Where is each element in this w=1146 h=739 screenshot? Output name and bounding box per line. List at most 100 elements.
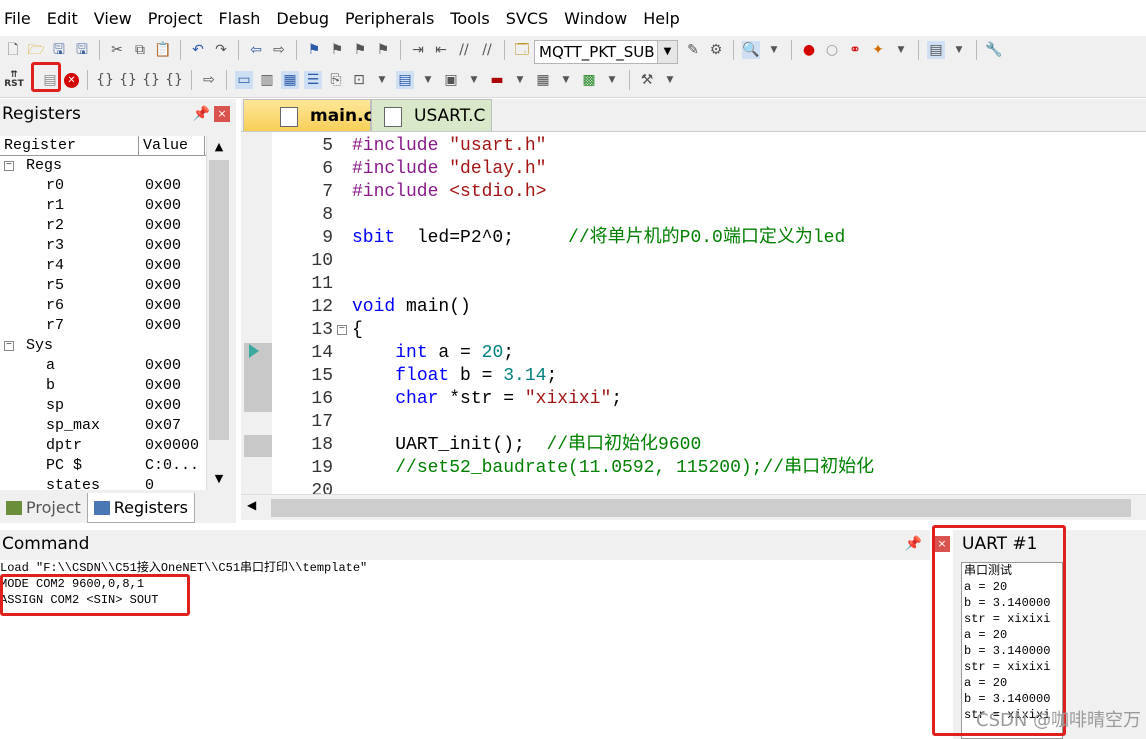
register-value[interactable]: 0x00 bbox=[145, 356, 181, 376]
register-value[interactable]: 0x0000 bbox=[145, 436, 199, 456]
chevron-down-icon[interactable]: ▼ bbox=[661, 71, 679, 89]
tab-registers[interactable]: Registers bbox=[86, 493, 195, 523]
code-line[interactable]: 7 #include <stdio.h> bbox=[241, 181, 1146, 204]
menu-view[interactable]: View bbox=[94, 9, 132, 28]
code-line[interactable]: 9 sbit led=P2^0; //将单片机的P0.0端口定义为led bbox=[241, 227, 1146, 250]
register-group[interactable]: − Regs bbox=[0, 156, 206, 176]
register-row[interactable]: states 0 bbox=[0, 476, 206, 490]
redo-icon[interactable]: ↷ bbox=[212, 41, 230, 59]
step-over-icon[interactable]: {} bbox=[119, 71, 137, 89]
register-row[interactable]: PC $ C:0... bbox=[0, 456, 206, 476]
code-line[interactable]: 12 void main() bbox=[241, 296, 1146, 319]
register-row[interactable]: r7 0x00 bbox=[0, 316, 206, 336]
register-value[interactable]: 0x00 bbox=[145, 376, 181, 396]
chevron-down-icon[interactable]: ▼ bbox=[419, 71, 437, 89]
save-all-icon[interactable]: 🖫 bbox=[73, 41, 91, 59]
code-line[interactable]: 6 #include "delay.h" bbox=[241, 158, 1146, 181]
collapse-icon[interactable]: − bbox=[4, 341, 14, 351]
pin-icon[interactable]: 📌 bbox=[905, 530, 922, 558]
code-line[interactable]: 5 #include "usart.h" bbox=[241, 135, 1146, 158]
code-editor[interactable]: 5 #include "usart.h" 6 #include "delay.h" 7 #… bbox=[241, 131, 1146, 494]
cut-icon[interactable]: ✂ bbox=[108, 41, 126, 59]
reset-button[interactable]: ⇈ RST bbox=[4, 71, 24, 89]
breakpoint-disable-all-icon[interactable]: ⚭ bbox=[846, 41, 864, 59]
breakpoint-icon[interactable]: ● bbox=[800, 41, 818, 59]
indent-icon[interactable]: ⇥ bbox=[409, 41, 427, 59]
register-value[interactable]: C:0... bbox=[145, 456, 199, 476]
code-line[interactable]: 8 bbox=[241, 204, 1146, 227]
register-row[interactable]: r1 0x00 bbox=[0, 196, 206, 216]
registers-scrollbar[interactable]: ▲ ▼ bbox=[206, 136, 230, 490]
register-value[interactable]: 0x00 bbox=[145, 396, 181, 416]
code-line[interactable]: 14 int a = 20; bbox=[241, 342, 1146, 365]
bookmark-prev-icon[interactable]: ⚑ bbox=[328, 41, 346, 59]
chevron-down-icon[interactable]: ▼ bbox=[765, 41, 783, 59]
step-out-icon[interactable]: {} bbox=[142, 71, 160, 89]
scrollbar-thumb[interactable] bbox=[209, 160, 229, 440]
comment-icon[interactable]: // bbox=[455, 41, 473, 59]
toolbox-icon[interactable]: ⚒ bbox=[638, 71, 656, 89]
register-value[interactable]: 0x00 bbox=[145, 236, 181, 256]
menu-edit[interactable]: Edit bbox=[47, 9, 78, 28]
menu-help[interactable]: Help bbox=[643, 9, 679, 28]
target-select[interactable]: MQTT_PKT_SUB ▼ bbox=[534, 40, 678, 64]
code-line[interactable]: 10 bbox=[241, 250, 1146, 273]
breakpoint-disable-icon[interactable]: ○ bbox=[823, 41, 841, 59]
register-row[interactable]: r5 0x00 bbox=[0, 276, 206, 296]
symbols-window-icon[interactable]: ▦ bbox=[281, 71, 299, 89]
tab-project[interactable]: Project bbox=[0, 493, 87, 523]
scroll-left-icon[interactable]: ◀ bbox=[247, 498, 256, 512]
code-line[interactable]: 13−{ bbox=[241, 319, 1146, 342]
analysis-window-icon[interactable]: ▬ bbox=[488, 71, 506, 89]
paste-icon[interactable]: 📋 bbox=[154, 41, 172, 59]
register-row[interactable]: sp_max 0x07 bbox=[0, 416, 206, 436]
show-next-statement-icon[interactable]: ⇨ bbox=[200, 71, 218, 89]
register-value[interactable]: 0x00 bbox=[145, 176, 181, 196]
nav-back-icon[interactable]: ⇦ bbox=[247, 41, 265, 59]
window-layout-icon[interactable]: ▤ bbox=[927, 41, 945, 59]
register-value[interactable]: 0x00 bbox=[145, 296, 181, 316]
editor-hscrollbar[interactable]: ◀ bbox=[241, 494, 1146, 520]
register-row[interactable]: b 0x00 bbox=[0, 376, 206, 396]
chevron-down-icon[interactable]: ▼ bbox=[557, 71, 575, 89]
chevron-down-icon[interactable]: ▼ bbox=[892, 41, 910, 59]
fold-icon[interactable]: − bbox=[337, 325, 347, 335]
menu-svcs[interactable]: SVCS bbox=[506, 9, 548, 28]
code-line[interactable]: 18 UART_init(); //串口初始化9600 bbox=[241, 434, 1146, 457]
pin-icon[interactable]: 📌 bbox=[193, 99, 210, 129]
chevron-down-icon[interactable]: ▼ bbox=[657, 41, 677, 63]
register-row[interactable]: r0 0x00 bbox=[0, 176, 206, 196]
save-icon[interactable]: 🖫 bbox=[50, 41, 68, 59]
new-file-icon[interactable]: 🗋 bbox=[4, 41, 22, 59]
insert-file-icon[interactable]: ✎ bbox=[684, 41, 702, 59]
scrollbar-thumb[interactable] bbox=[271, 499, 1131, 517]
open-folder-icon[interactable]: 🗁 bbox=[27, 41, 45, 59]
command-window-icon[interactable]: ▭ bbox=[235, 71, 253, 89]
system-viewer-icon[interactable]: ▩ bbox=[580, 71, 598, 89]
menu-window[interactable]: Window bbox=[564, 9, 627, 28]
trace-window-icon[interactable]: ▦ bbox=[534, 71, 552, 89]
register-row[interactable]: sp 0x00 bbox=[0, 396, 206, 416]
register-value[interactable]: 0x00 bbox=[145, 216, 181, 236]
outdent-icon[interactable]: ⇤ bbox=[432, 41, 450, 59]
registers-window-icon[interactable]: ☰ bbox=[304, 71, 322, 89]
register-row[interactable]: r2 0x00 bbox=[0, 216, 206, 236]
menu-file[interactable]: File bbox=[4, 9, 31, 28]
chevron-down-icon[interactable]: ▼ bbox=[511, 71, 529, 89]
bookmark-clear-icon[interactable]: ⚑ bbox=[374, 41, 392, 59]
column-header-register[interactable]: Register bbox=[0, 136, 139, 155]
menu-peripherals[interactable]: Peripherals bbox=[345, 9, 434, 28]
register-value[interactable]: 0x00 bbox=[145, 276, 181, 296]
copy-icon[interactable]: ⧉ bbox=[131, 41, 149, 59]
scroll-up-icon[interactable]: ▲ bbox=[207, 136, 231, 158]
menu-tools[interactable]: Tools bbox=[450, 9, 489, 28]
register-row[interactable]: r6 0x00 bbox=[0, 296, 206, 316]
config-wizard-icon[interactable]: ⚙ bbox=[707, 41, 725, 59]
settings-wrench-icon[interactable]: 🔧 bbox=[985, 41, 1003, 59]
undo-icon[interactable]: ↶ bbox=[189, 41, 207, 59]
disassembly-window-icon[interactable]: ▥ bbox=[258, 71, 276, 89]
register-value[interactable]: 0x00 bbox=[145, 316, 181, 336]
register-row[interactable]: r3 0x00 bbox=[0, 236, 206, 256]
register-value[interactable]: 0x00 bbox=[145, 196, 181, 216]
nav-forward-icon[interactable]: ⇨ bbox=[270, 41, 288, 59]
